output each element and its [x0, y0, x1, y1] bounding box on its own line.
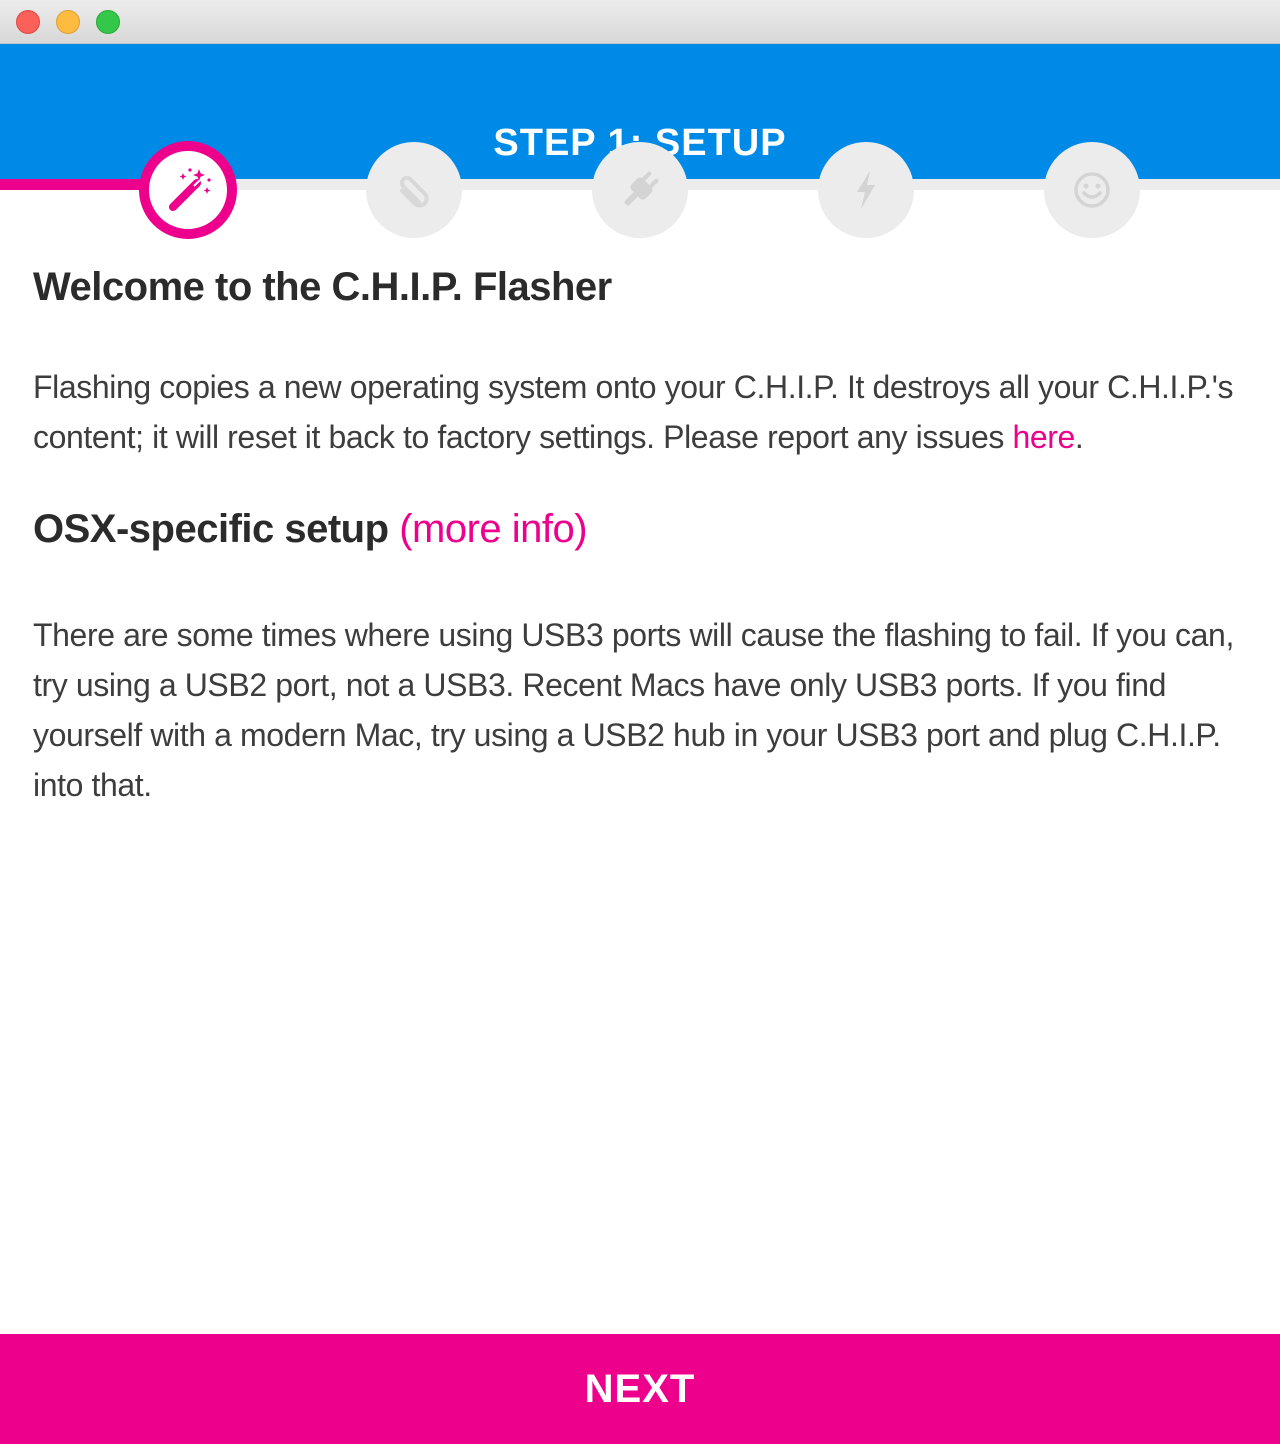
close-window-button[interactable] — [16, 10, 40, 34]
paperclip-icon — [399, 175, 429, 208]
osx-title: OSX-specific setup — [33, 507, 389, 551]
step-2-indicator — [366, 142, 462, 238]
plug-icon — [624, 171, 659, 206]
step-4-indicator — [818, 142, 914, 238]
welcome-title: Welcome to the C.H.I.P. Flasher — [33, 265, 612, 309]
usb-paragraph: There are some times where using USB3 po… — [33, 617, 1234, 803]
intro-paragraph: Flashing copies a new operating system o… — [33, 362, 1248, 462]
main-content: Welcome to the C.H.I.P. Flasher Flashing… — [33, 258, 1248, 810]
step-3-indicator — [592, 142, 688, 238]
report-issues-link[interactable]: here — [1012, 419, 1075, 455]
app-window: STEP 1: SETUP — [0, 0, 1280, 1444]
zoom-window-button[interactable] — [96, 10, 120, 34]
minimize-window-button[interactable] — [56, 10, 80, 34]
magic-wand-icon — [169, 168, 211, 211]
lightning-icon — [857, 171, 875, 209]
more-info-link[interactable]: (more info) — [399, 507, 587, 551]
step-5-indicator — [1044, 142, 1140, 238]
title-bar — [0, 0, 1280, 44]
osx-setup-heading: OSX-specific setup (more info) — [33, 500, 1248, 558]
step-1-setup — [139, 141, 237, 239]
smiley-icon — [1074, 172, 1110, 208]
intro-end: . — [1074, 419, 1084, 455]
next-button[interactable]: NEXT — [0, 1334, 1280, 1444]
